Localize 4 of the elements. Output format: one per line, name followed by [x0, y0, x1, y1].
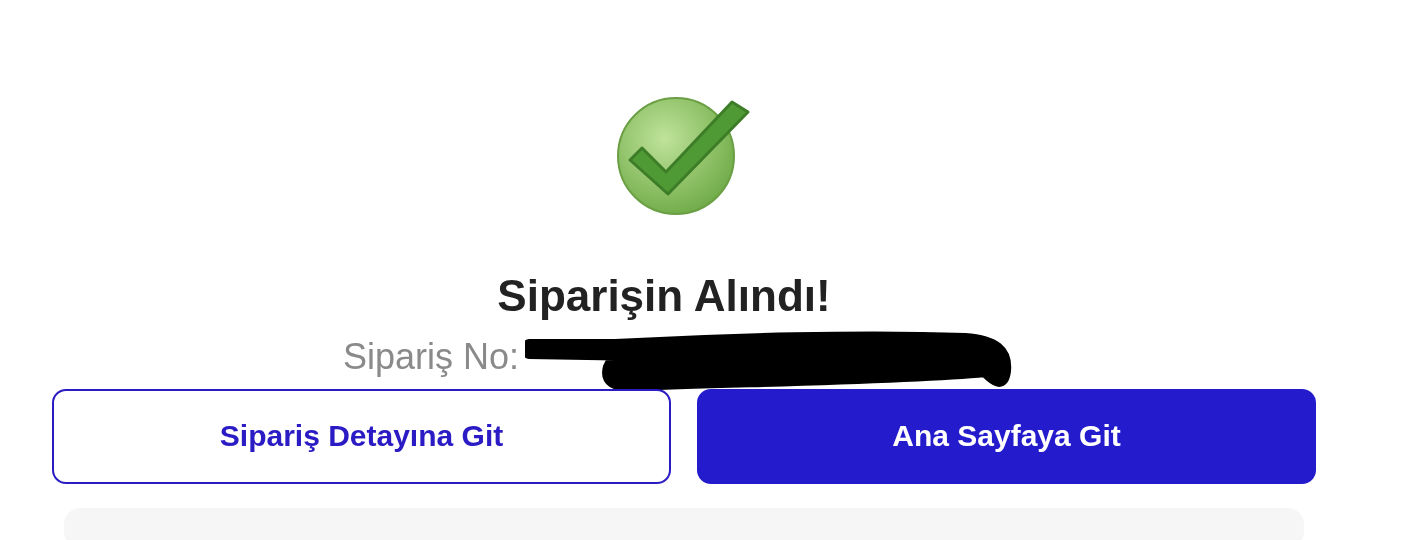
page-title: Siparişin Alındı! — [497, 270, 831, 322]
order-number-label: Sipariş No: — [342, 335, 520, 378]
order-detail-button[interactable]: Sipariş Detayına Git — [52, 388, 671, 484]
home-button[interactable]: Ana Sayfaya Git — [697, 388, 1316, 484]
